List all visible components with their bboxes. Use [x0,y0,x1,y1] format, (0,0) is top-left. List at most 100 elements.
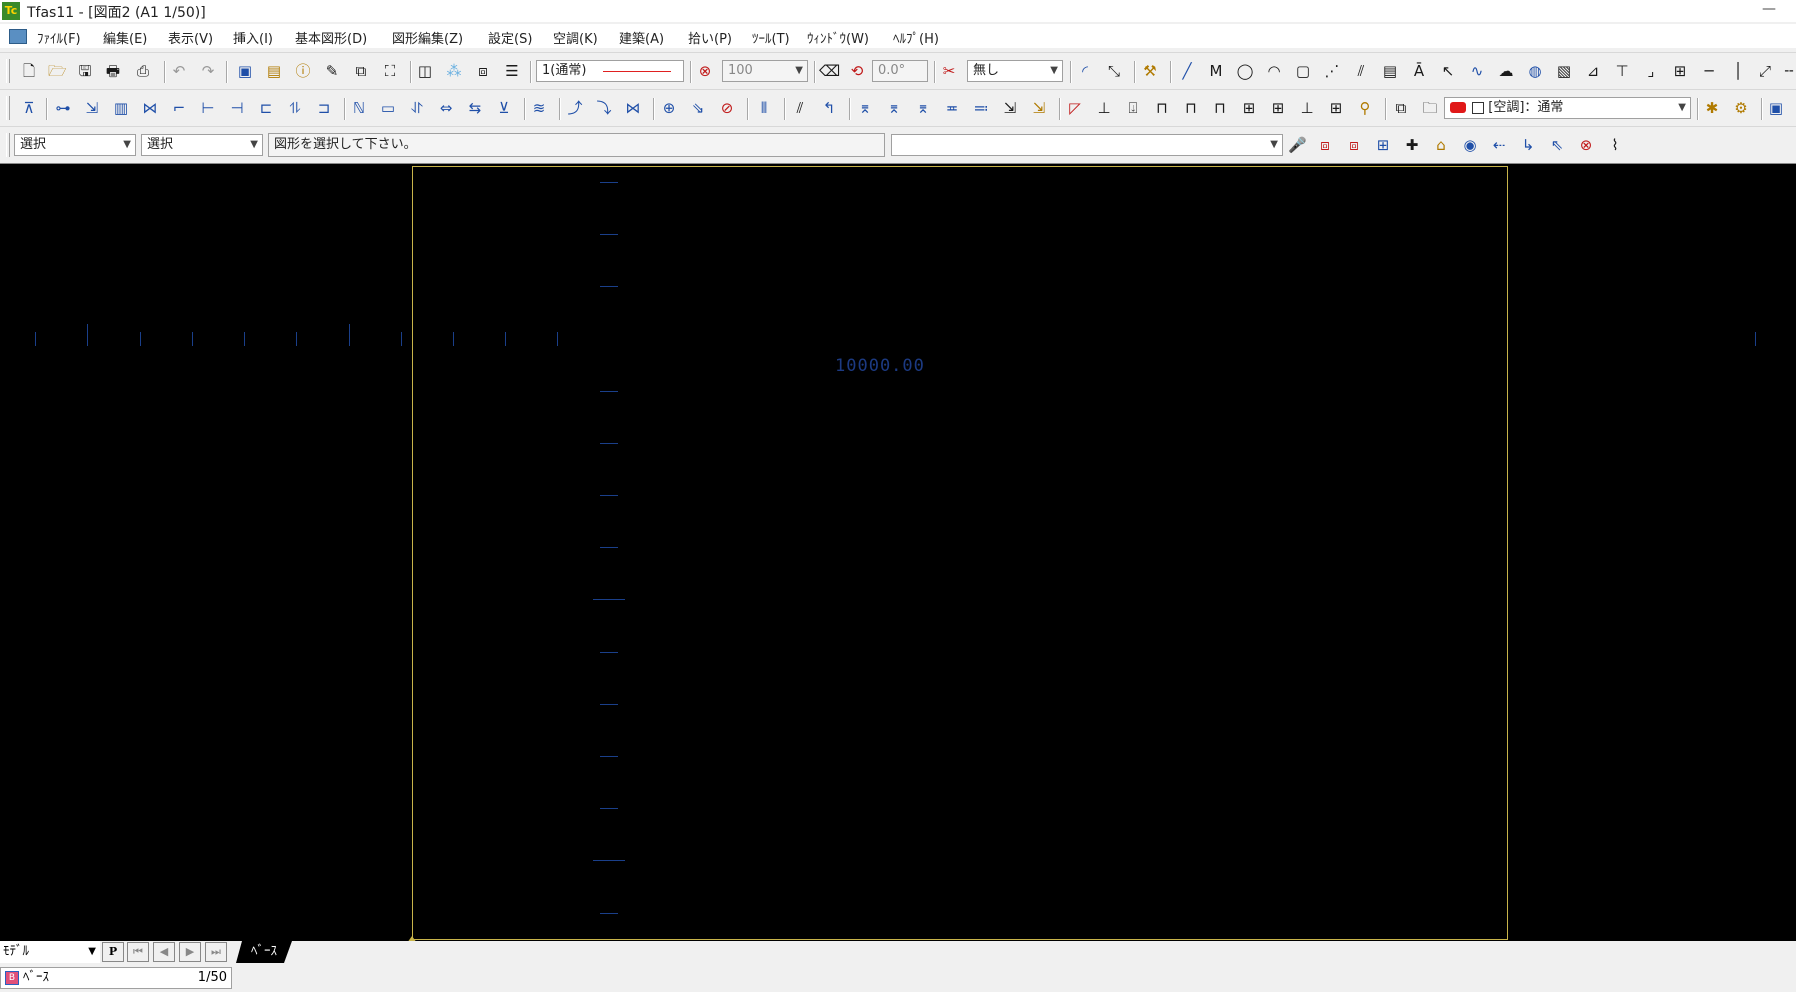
curve-icon[interactable]: ∿ [1468,62,1486,80]
layer-tab-base[interactable]: ﾍﾞｰｽ [236,941,292,963]
snap-mode-select[interactable]: 無し ▼ [967,60,1063,82]
menu-architecture[interactable]: 建築(A) [619,28,664,47]
dim-frame4-icon[interactable]: ⊞ [1269,99,1287,117]
zoom-window-icon[interactable]: ▣ [236,62,254,80]
snap-icon[interactable]: ⁂ [445,62,463,80]
layer-view-icon[interactable]: ⧉ [352,62,370,80]
snap-mode-icon[interactable]: ✂ [940,62,958,80]
duct-route-icon[interactable]: ⇲ [83,99,101,117]
branch-icon[interactable]: ⊣ [228,99,246,117]
change-icon[interactable]: ⇆ [466,99,484,117]
dim-h-icon[interactable]: ⊓ [1153,99,1171,117]
size-label-icon[interactable]: ⌆ [856,99,874,117]
tag2-icon[interactable]: ⇲ [1030,99,1048,117]
select-all-icon[interactable]: ⧈ [1316,136,1334,154]
last-tab-icon[interactable]: ⏭ [205,942,227,962]
undo-icon[interactable]: ↶ [170,62,188,80]
dim-vert-icon[interactable]: ⊥ [1298,99,1316,117]
toolbar-grip[interactable] [6,96,10,120]
settings-star-icon[interactable]: ✱ [1703,99,1721,117]
mode-select[interactable]: [空調]：通常 ▼ [1444,97,1691,119]
next-tab-icon[interactable]: ▶ [179,942,201,962]
redo-icon[interactable]: ↷ [199,62,217,80]
layers-icon[interactable]: ⧉ [1392,99,1410,117]
stamp-icon[interactable]: ◍ [1526,62,1544,80]
tee-icon[interactable]: ⊢ [199,99,217,117]
list-icon[interactable]: ☰ [503,62,521,80]
fit-view-icon[interactable]: ⛶ [381,62,399,80]
space-select[interactable]: ﾓﾃﾞﾙ ▼ [0,941,100,963]
rectangle-icon[interactable]: ▢ [1294,62,1312,80]
size-label3-icon[interactable]: ⌆ [914,99,932,117]
attach-icon[interactable]: ⇘ [689,99,707,117]
settings-gear-icon[interactable]: ⚙ [1732,99,1750,117]
offset-duct-icon[interactable]: ⥮ [286,99,304,117]
menu-edit[interactable]: 編集(E) [103,28,147,47]
dim-frame-icon[interactable]: ⊓ [1182,99,1200,117]
toolbar-grip[interactable] [6,133,10,157]
flow-label-icon[interactable]: ≖ [943,99,961,117]
duct-node-icon[interactable]: ⊶ [54,99,72,117]
parallel-icon[interactable]: ⫽ [1352,62,1370,80]
new-file-icon[interactable]: 🗋 [20,62,38,80]
command-input[interactable]: ▼ [891,134,1283,156]
delete-route-icon[interactable]: ⊘ [718,99,736,117]
cloud-icon[interactable]: ☁ [1497,62,1515,80]
app-icon[interactable]: Tc [2,2,20,20]
menu-file[interactable]: ﾌｧｲﾙ(F) [37,28,81,47]
dim-down-icon[interactable]: ⊥ [1095,99,1113,117]
dimension-icon[interactable]: ⊿ [1584,62,1602,80]
menu-settings[interactable]: 設定(S) [488,28,532,47]
hatch-lines-icon[interactable]: ⫽ [791,99,809,117]
leader-text-icon[interactable]: ↰ [820,99,838,117]
menu-help[interactable]: ﾍﾙﾌﾟ(H) [893,28,939,47]
table-icon[interactable]: ⊞ [1671,62,1689,80]
select-mode-2[interactable]: 選択 ▼ [141,134,263,156]
equipment-icon[interactable]: ⊼ [20,99,38,117]
menu-basic-shapes[interactable]: 基本図形(D) [295,28,367,47]
horizontal-line-icon[interactable]: ─ [1700,62,1718,80]
xxx-label-icon[interactable]: ≕ [972,99,990,117]
menu-hvac[interactable]: 空調(K) [553,28,598,47]
duct-panel-icon[interactable]: ▥ [112,99,130,117]
print-icon[interactable]: ⎙ [134,62,152,80]
drawing-canvas[interactable]: 10000.00 [0,163,1796,943]
hatch-icon[interactable]: ▧ [1555,62,1573,80]
damper-icon[interactable]: ⋈ [141,99,159,117]
print-preview-icon[interactable]: 🖶 [104,62,122,80]
split-view-icon[interactable]: ◫ [416,62,434,80]
elbow-icon[interactable]: ⌐ [170,99,188,117]
dim-frame2-icon[interactable]: ⊓ [1211,99,1229,117]
measure-icon[interactable]: ⤡ [1105,62,1123,80]
layer-status[interactable]: B ﾍﾞｰｽ 1/50 [0,967,232,989]
toolbar-grip[interactable] [6,59,10,83]
paper-space-button[interactable]: P [102,942,124,962]
select-cross-icon[interactable]: ✚ [1403,136,1421,154]
vertical-line-icon[interactable]: │ [1729,62,1747,80]
bracket-icon[interactable]: ◸ [1066,99,1084,117]
vent-icon[interactable]: ▭ [379,99,397,117]
select-filter-icon[interactable]: ⊗ [1577,136,1595,154]
database-icon[interactable]: ▣ [1767,99,1785,117]
insulation-icon[interactable]: ≋ [530,99,548,117]
size-label2-icon[interactable]: ⌆ [885,99,903,117]
select-arrow-icon[interactable]: ⇠ [1490,136,1508,154]
menu-takeoff[interactable]: 拾い(P) [688,28,732,47]
join-icon[interactable]: ⇔ [437,99,455,117]
select-mode-1[interactable]: 選択 ▼ [14,134,136,156]
info-icon[interactable]: ⓘ [294,62,312,80]
select-sheet-icon[interactable]: ⌇ [1606,136,1624,154]
search-tag-icon[interactable]: ⚲ [1356,99,1374,117]
line-icon[interactable]: ╱ [1178,62,1196,80]
cursor-text-icon[interactable]: ↖ [1439,62,1457,80]
select-grid-icon[interactable]: ⊞ [1374,136,1392,154]
prev-tab-icon[interactable]: ◀ [153,942,175,962]
grid-icon[interactable]: ⊞ [1327,99,1345,117]
pen-width-select[interactable]: 100 ▼ [722,60,808,82]
reducer-icon[interactable]: ⊏ [257,99,275,117]
arc-3pt-icon[interactable]: ◠ [1265,62,1283,80]
select-route-icon[interactable]: ↳ [1519,136,1537,154]
angle-input[interactable]: 0.0° [872,60,928,82]
dim-step-icon[interactable]: ⍗ [1124,99,1142,117]
select-building-icon[interactable]: ⌂ [1432,136,1450,154]
